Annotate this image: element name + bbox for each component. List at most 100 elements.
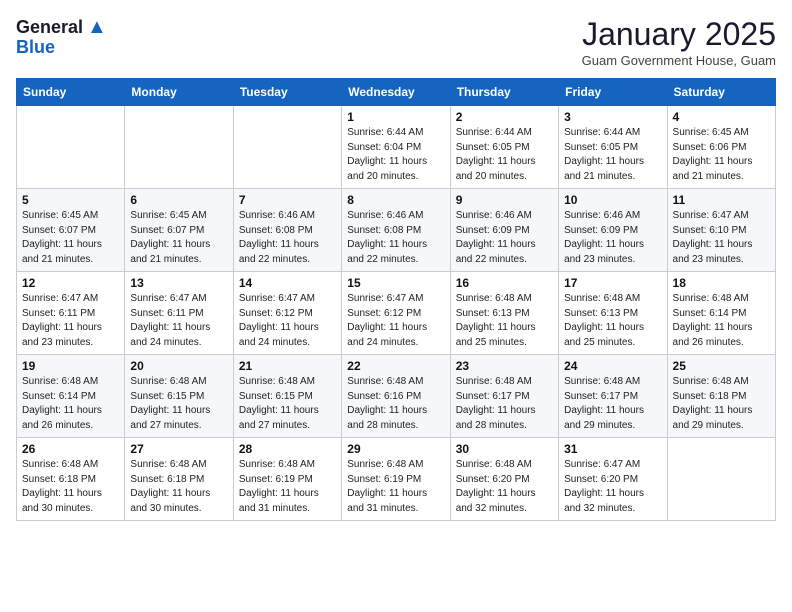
day-info: Sunrise: 6:48 AM Sunset: 6:17 PM Dayligh… — [564, 375, 661, 433]
day-cell — [17, 106, 125, 189]
weekday-header-saturday: Saturday — [667, 79, 775, 106]
day-info: Sunrise: 6:48 AM Sunset: 6:16 PM Dayligh… — [347, 375, 444, 433]
page-header: General ▲ Blue January 2025 Guam Governm… — [16, 16, 776, 68]
weekday-header-thursday: Thursday — [450, 79, 558, 106]
day-cell: 27 Sunrise: 6:48 AM Sunset: 6:18 PM Dayli… — [125, 438, 233, 521]
day-cell: 20 Sunrise: 6:48 AM Sunset: 6:15 PM Dayli… — [125, 355, 233, 438]
day-number: 29 — [347, 442, 444, 456]
day-info: Sunrise: 6:48 AM Sunset: 6:13 PM Dayligh… — [456, 292, 553, 350]
weekday-header-friday: Friday — [559, 79, 667, 106]
day-number: 15 — [347, 276, 444, 290]
day-cell: 17Sunrise: 6:48 AM Sunset: 6:13 PM Dayli… — [559, 272, 667, 355]
day-info: Sunrise: 6:44 AM Sunset: 6:05 PM Dayligh… — [456, 126, 553, 184]
location-subtitle: Guam Government House, Guam — [582, 53, 776, 68]
day-number: 1 — [347, 110, 444, 124]
day-cell: 12 Sunrise: 6:47 AM Sunset: 6:11 PM Dayli… — [17, 272, 125, 355]
day-info: Sunrise: 6:48 AM Sunset: 6:18 PM Dayligh… — [130, 458, 227, 516]
day-number: 4 — [673, 110, 770, 124]
day-cell: 1 Sunrise: 6:44 AM Sunset: 6:04 PM Daylig… — [342, 106, 450, 189]
day-info: Sunrise: 6:47 AM Sunset: 6:11 PM Dayligh… — [22, 292, 119, 350]
logo-blue-text: Blue — [16, 39, 55, 55]
weekday-header-sunday: Sunday — [17, 79, 125, 106]
day-cell: 15 Sunrise: 6:47 AM Sunset: 6:12 PM Dayli… — [342, 272, 450, 355]
month-title: January 2025 — [582, 16, 776, 53]
day-cell: 25Sunrise: 6:48 AM Sunset: 6:18 PM Dayli… — [667, 355, 775, 438]
day-cell: 6Sunrise: 6:45 AM Sunset: 6:07 PM Daylig… — [125, 189, 233, 272]
day-info: Sunrise: 6:45 AM Sunset: 6:06 PM Dayligh… — [673, 126, 770, 184]
day-number: 27 — [130, 442, 227, 456]
weekday-header-monday: Monday — [125, 79, 233, 106]
day-cell — [667, 438, 775, 521]
day-number: 12 — [22, 276, 119, 290]
day-cell: 9Sunrise: 6:46 AM Sunset: 6:09 PM Daylig… — [450, 189, 558, 272]
day-number: 13 — [130, 276, 227, 290]
day-info: Sunrise: 6:48 AM Sunset: 6:19 PM Dayligh… — [239, 458, 336, 516]
day-number: 24 — [564, 359, 661, 373]
day-number: 2 — [456, 110, 553, 124]
day-info: Sunrise: 6:46 AM Sunset: 6:09 PM Dayligh… — [564, 209, 661, 267]
day-cell: 8Sunrise: 6:46 AM Sunset: 6:08 PM Daylig… — [342, 189, 450, 272]
day-number: 23 — [456, 359, 553, 373]
day-cell: 16 Sunrise: 6:48 AM Sunset: 6:13 PM Dayli… — [450, 272, 558, 355]
day-number: 17 — [564, 276, 661, 290]
day-info: Sunrise: 6:48 AM Sunset: 6:14 PM Dayligh… — [673, 292, 770, 350]
title-area: January 2025 Guam Government House, Guam — [582, 16, 776, 68]
day-cell: 18 Sunrise: 6:48 AM Sunset: 6:14 PM Dayli… — [667, 272, 775, 355]
week-row-4: 19 Sunrise: 6:48 AM Sunset: 6:14 PM Dayli… — [17, 355, 776, 438]
day-cell: 30 Sunrise: 6:48 AM Sunset: 6:20 PM Dayli… — [450, 438, 558, 521]
day-info: Sunrise: 6:47 AM Sunset: 6:11 PM Dayligh… — [130, 292, 227, 350]
day-cell: 2 Sunrise: 6:44 AM Sunset: 6:05 PM Daylig… — [450, 106, 558, 189]
day-info: Sunrise: 6:48 AM Sunset: 6:15 PM Dayligh… — [239, 375, 336, 433]
day-info: Sunrise: 6:48 AM Sunset: 6:14 PM Dayligh… — [22, 375, 119, 433]
day-number: 16 — [456, 276, 553, 290]
day-number: 30 — [456, 442, 553, 456]
day-number: 5 — [22, 193, 119, 207]
day-cell — [233, 106, 341, 189]
day-number: 19 — [22, 359, 119, 373]
day-info: Sunrise: 6:48 AM Sunset: 6:18 PM Dayligh… — [673, 375, 770, 433]
day-cell: 22Sunrise: 6:48 AM Sunset: 6:16 PM Dayli… — [342, 355, 450, 438]
calendar-table: SundayMondayTuesdayWednesdayThursdayFrid… — [16, 78, 776, 521]
day-cell: 21 Sunrise: 6:48 AM Sunset: 6:15 PM Dayli… — [233, 355, 341, 438]
day-cell: 26 Sunrise: 6:48 AM Sunset: 6:18 PM Dayli… — [17, 438, 125, 521]
day-number: 28 — [239, 442, 336, 456]
weekday-header-row: SundayMondayTuesdayWednesdayThursdayFrid… — [17, 79, 776, 106]
day-number: 14 — [239, 276, 336, 290]
day-cell: 7 Sunrise: 6:46 AM Sunset: 6:08 PM Daylig… — [233, 189, 341, 272]
day-cell: 24 Sunrise: 6:48 AM Sunset: 6:17 PM Dayli… — [559, 355, 667, 438]
day-info: Sunrise: 6:44 AM Sunset: 6:04 PM Dayligh… — [347, 126, 444, 184]
day-info: Sunrise: 6:48 AM Sunset: 6:17 PM Dayligh… — [456, 375, 553, 433]
day-cell — [125, 106, 233, 189]
day-number: 7 — [239, 193, 336, 207]
day-number: 31 — [564, 442, 661, 456]
day-info: Sunrise: 6:47 AM Sunset: 6:20 PM Dayligh… — [564, 458, 661, 516]
day-info: Sunrise: 6:46 AM Sunset: 6:08 PM Dayligh… — [239, 209, 336, 267]
day-number: 20 — [130, 359, 227, 373]
day-cell: 31 Sunrise: 6:47 AM Sunset: 6:20 PM Dayli… — [559, 438, 667, 521]
day-info: Sunrise: 6:47 AM Sunset: 6:12 PM Dayligh… — [347, 292, 444, 350]
logo-general-text: General — [16, 17, 83, 38]
day-info: Sunrise: 6:48 AM Sunset: 6:18 PM Dayligh… — [22, 458, 119, 516]
day-cell: 19 Sunrise: 6:48 AM Sunset: 6:14 PM Dayli… — [17, 355, 125, 438]
day-number: 8 — [347, 193, 444, 207]
week-row-5: 26 Sunrise: 6:48 AM Sunset: 6:18 PM Dayli… — [17, 438, 776, 521]
day-number: 18 — [673, 276, 770, 290]
weekday-header-tuesday: Tuesday — [233, 79, 341, 106]
day-info: Sunrise: 6:48 AM Sunset: 6:20 PM Dayligh… — [456, 458, 553, 516]
day-info: Sunrise: 6:44 AM Sunset: 6:05 PM Dayligh… — [564, 126, 661, 184]
weekday-header-wednesday: Wednesday — [342, 79, 450, 106]
day-number: 21 — [239, 359, 336, 373]
day-number: 3 — [564, 110, 661, 124]
day-cell: 29 Sunrise: 6:48 AM Sunset: 6:19 PM Dayli… — [342, 438, 450, 521]
day-info: Sunrise: 6:48 AM Sunset: 6:15 PM Dayligh… — [130, 375, 227, 433]
day-cell: 23 Sunrise: 6:48 AM Sunset: 6:17 PM Dayli… — [450, 355, 558, 438]
day-cell: 3 Sunrise: 6:44 AM Sunset: 6:05 PM Daylig… — [559, 106, 667, 189]
day-info: Sunrise: 6:45 AM Sunset: 6:07 PM Dayligh… — [22, 209, 119, 267]
day-number: 26 — [22, 442, 119, 456]
day-number: 11 — [673, 193, 770, 207]
day-cell: 11Sunrise: 6:47 AM Sunset: 6:10 PM Dayli… — [667, 189, 775, 272]
week-row-3: 12 Sunrise: 6:47 AM Sunset: 6:11 PM Dayli… — [17, 272, 776, 355]
day-info: Sunrise: 6:48 AM Sunset: 6:19 PM Dayligh… — [347, 458, 444, 516]
logo: General ▲ Blue — [16, 16, 107, 55]
day-cell: 10Sunrise: 6:46 AM Sunset: 6:09 PM Dayli… — [559, 189, 667, 272]
